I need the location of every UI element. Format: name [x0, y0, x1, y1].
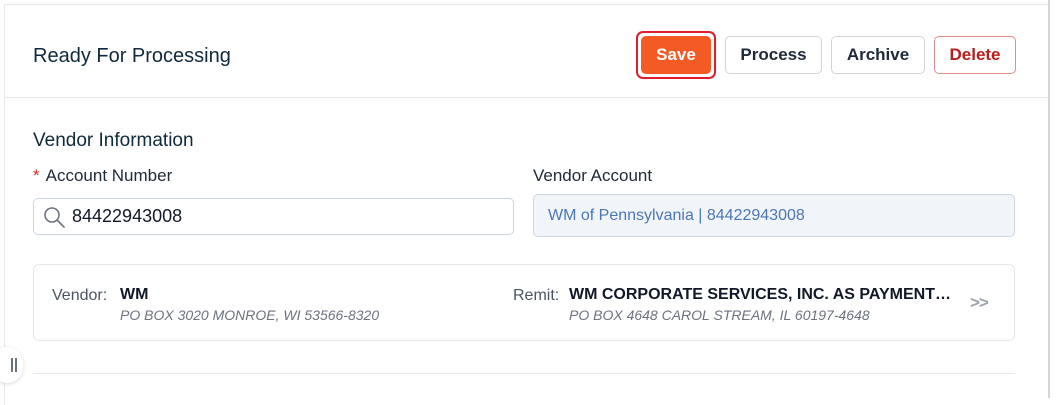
panel-header: Ready For Processing Save Process Archiv…	[5, 5, 1048, 98]
save-button-highlight: Save	[636, 31, 716, 79]
expand-chevron-icon[interactable]: >>	[970, 293, 989, 313]
vendor-account-label: Vendor Account	[533, 166, 653, 185]
account-number-label-text: Account Number	[45, 166, 173, 185]
remit-label: Remit:	[513, 287, 560, 304]
invoice-panel: Ready For Processing Save Process Archiv…	[0, 4, 1048, 405]
account-number-label: * Account Number	[33, 166, 172, 186]
vendor-label: Vendor:	[52, 287, 108, 304]
vendor-account-select[interactable]: WM of Pennsylvania | 84422943008	[533, 194, 1015, 237]
delete-button[interactable]: Delete	[934, 36, 1016, 74]
page-title: Ready For Processing	[33, 45, 231, 67]
account-number-field[interactable]	[33, 198, 514, 235]
section-title-vendor-information: Vendor Information	[33, 130, 194, 151]
process-button[interactable]: Process	[725, 36, 822, 74]
vendor-address: PO BOX 3020 MONROE, WI 53566-8320	[120, 307, 380, 323]
remit-name: WM CORPORATE SERVICES, INC. AS PAYMENT A…	[569, 286, 954, 303]
vendor-summary-card: Vendor: WM PO BOX 3020 MONROE, WI 53566-…	[33, 264, 1015, 341]
remit-address: PO BOX 4648 CAROL STREAM, IL 60197-4648	[569, 307, 870, 323]
search-icon	[44, 206, 65, 228]
archive-button[interactable]: Archive	[831, 36, 925, 74]
required-marker: *	[33, 166, 40, 185]
save-button[interactable]: Save	[641, 36, 711, 74]
vendor-name: WM	[120, 286, 149, 303]
panel-resize-handle[interactable]	[0, 347, 23, 383]
account-number-input[interactable]	[70, 205, 474, 228]
grip-icon	[11, 358, 17, 372]
scrollbar-track[interactable]	[1048, 0, 1050, 398]
action-bar: Save Process Archive Delete	[636, 31, 1016, 79]
section-divider	[33, 373, 1015, 374]
